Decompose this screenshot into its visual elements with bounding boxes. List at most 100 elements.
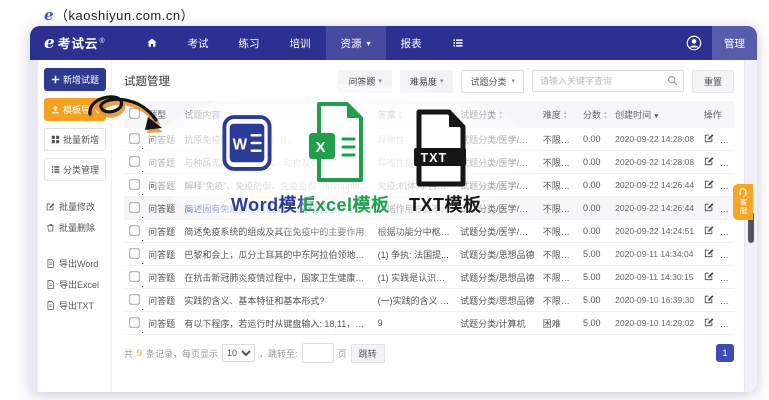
table-row[interactable]: 问答题 在抗击新冠肺炎疫情过程中，国家卫生健康委组织专家对医疗救治... (1)… [124,266,734,289]
sidebar-item-batch-edit[interactable]: 批量修改 [44,196,106,217]
nav-item-menu[interactable] [437,26,479,60]
txt-template-label: TXT模板 [409,191,482,217]
cell-question-content[interactable]: 有以下程序，若运行时从键盘输入: 18,11，则程序的输出结果是 ... [180,312,373,335]
question-type-dropdown[interactable]: 问答题▾ [338,70,392,93]
search-icon[interactable] [667,75,678,86]
edit-icon[interactable] [704,156,714,166]
search-input[interactable] [532,70,684,92]
sort-icon[interactable]: ▲▼ [398,111,403,120]
column-header[interactable]: 创建时间▼ [611,101,700,128]
nav-item-home[interactable] [131,26,173,60]
scrollbar-track[interactable] [744,60,757,392]
sidebar-export-tools: 导出Word 导出Excel 导出TXT [44,253,106,316]
total-prefix: 共 [124,347,133,360]
chevron-down-icon: ▾ [367,39,371,48]
select-all-checkbox[interactable] [129,108,139,118]
edit-icon[interactable] [704,271,714,281]
app-logo[interactable]: e 考试云 ® [44,33,105,53]
column-header-label: 题型 [148,110,166,120]
page-size-select[interactable]: 10 [222,344,255,362]
row-checkbox[interactable] [129,133,139,143]
row-checkbox[interactable] [129,156,139,166]
user-avatar-icon[interactable] [686,35,702,51]
cell-question-content[interactable]: 简述免疫系统的组成及其在免疫中的主要作用 [180,220,373,243]
sidebar-item-export-word[interactable]: 导出Word [44,253,106,274]
nav-item-resources[interactable]: 资源▾ [326,26,386,60]
edit-icon[interactable] [704,317,714,327]
cell-operations [700,197,734,220]
cell-difficulty: 不限难度 [539,151,579,174]
toolbar: 试题管理 问答题▾ 难易度▾ 试题分类▾ [124,70,734,92]
customer-service-label: 客服 [739,198,747,215]
difficulty-dropdown[interactable]: 难易度▾ [400,70,454,93]
table-row[interactable]: 问答题 有以下程序，若运行时从键盘输入: 18,11，则程序的输出结果是 ...… [124,312,734,335]
nav-right: 管理 [686,26,757,60]
row-checkbox[interactable] [129,179,139,189]
table-row[interactable]: 问答题 实践的含义、基本特征和基本形式? (一)实践的含义 实践... 试题分类… [124,289,734,312]
sidebar-button-label: 批量新增 [63,133,99,146]
cell-difficulty: 不限难度 [539,220,579,243]
reset-button[interactable]: 重置 [692,70,734,93]
cell-answer: 9 [374,312,457,335]
row-checkbox[interactable] [129,225,139,235]
headset-icon [738,187,748,197]
row-checkbox[interactable] [129,317,139,327]
cell-question-content[interactable]: 在抗击新冠肺炎疫情过程中，国家卫生健康委组织专家对医疗救治... [180,266,373,289]
sort-desc-icon[interactable]: ▼ [653,113,659,120]
column-header[interactable]: 试题分类▲▼ [456,101,539,128]
row-checkbox[interactable] [129,202,139,212]
browser-title: e（kaoshiyun.com.cn） [44,5,194,24]
column-header-label: 答案 [378,110,396,120]
page-1-button[interactable]: 1 [716,344,734,362]
jump-button[interactable]: 跳转 [351,344,385,363]
cell-created-time: 2020-09-22 14:28:08 [611,151,700,174]
category-dropdown[interactable]: 试题分类▾ [461,70,524,93]
sidebar-item-label: 导出Word [59,257,98,270]
nav-item-reports[interactable]: 报表 [386,26,437,60]
sidebar-item-batch-delete[interactable]: 批量删除 [44,217,106,238]
sidebar-button-template-import[interactable]: 模板导入 [44,98,106,121]
admin-button[interactable]: 管理 [712,26,757,60]
nav-item-practice[interactable]: 练习 [224,26,275,60]
nav-item-training[interactable]: 培训 [275,26,326,60]
customer-service-tab[interactable]: 客服 [733,184,753,220]
edit-icon[interactable] [704,225,714,235]
cell-question-type: 问答题 [144,174,180,197]
cell-question-content[interactable]: 实践的含义、基本特征和基本形式? [180,289,373,312]
sidebar-button-add-question[interactable]: 新增试题 [44,68,106,91]
sidebar-item-export-excel[interactable]: 导出Excel [44,274,106,295]
edit-icon[interactable] [704,248,714,258]
sidebar-item-label: 导出TXT [59,299,94,312]
nav-item-exam[interactable]: 考试 [173,26,224,60]
cell-question-type: 问答题 [144,289,180,312]
table-row[interactable]: 问答题 巴黎和会上，瓜分土耳其的中东阿拉伯领地时，法国坚持要占布和... (1)… [124,243,734,266]
cell-answer: 根据功能分中枢和外... [374,220,457,243]
nav-menu: 考试 练习培训资源▾报表 [131,26,479,60]
brand-e-glyph: e [44,6,54,24]
column-header[interactable]: 分数▲▼ [579,101,611,128]
nav-item-label: 考试 [188,36,209,51]
cell-operations [700,151,734,174]
sidebar-button-batch-add[interactable]: 批量新增 [44,128,106,151]
upload-icon [51,105,60,114]
cell-score: 5.00 [579,243,611,266]
edit-icon[interactable] [704,202,714,212]
jump-page-input[interactable] [302,343,334,363]
row-checkbox[interactable] [129,248,139,258]
sidebar-item-export-txt[interactable]: 导出TXT [44,295,106,316]
cell-created-time: 2020-09-22 14:26:44 [611,197,700,220]
edit-icon[interactable] [704,133,714,143]
table-row[interactable]: 问答题 简述免疫系统的组成及其在免疫中的主要作用 根据功能分中枢和外... 试题… [124,220,734,243]
column-header[interactable]: 难度▲▼ [539,101,579,128]
sidebar-button-category-manage[interactable]: 分类管理 [44,158,106,181]
sort-icon[interactable]: ▲▼ [498,111,503,120]
nav-item-label: 练习 [239,36,260,51]
edit-icon[interactable] [704,179,714,189]
cell-question-content[interactable]: 巴黎和会上，瓜分土耳其的中东阿拉伯领地时，法国坚持要占布和... [180,243,373,266]
sort-icon[interactable]: ▲▼ [603,111,608,120]
content: 新增试题模板导入批量新增分类管理 批量修改批量删除 导出Word导出Excel导… [38,60,744,392]
row-checkbox[interactable] [129,294,139,304]
edit-icon[interactable] [704,294,714,304]
sort-icon[interactable]: ▲▼ [563,111,568,120]
row-checkbox[interactable] [129,271,139,281]
